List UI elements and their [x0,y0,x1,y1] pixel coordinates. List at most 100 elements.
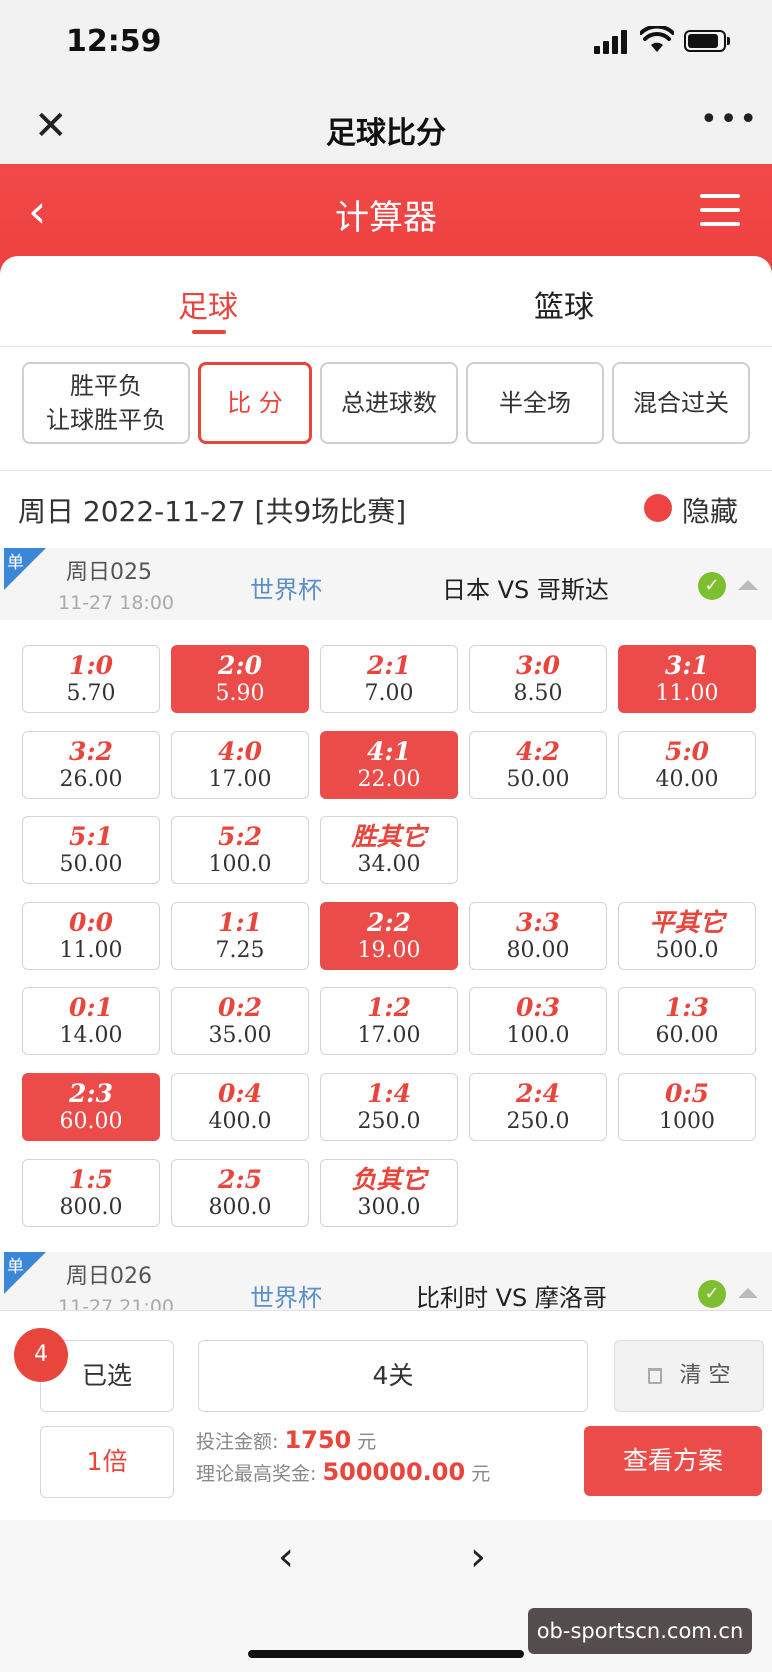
score-option-cell[interactable]: 4:0 17.00 [171,731,309,799]
score-option-cell[interactable]: 0:0 11.00 [22,902,160,970]
score-option-cell[interactable]: 2:1 7.00 [320,645,458,713]
play-tab-win-draw-lose[interactable]: 胜平负 让球胜平负 [22,362,190,444]
score-option-cell[interactable]: 0:4 400.0 [171,1073,309,1141]
score-option-cell[interactable]: 负其它 300.0 [320,1159,458,1227]
play-tab-mixed[interactable]: 混合过关 [612,362,750,444]
date-text: 周日 2022-11-27 [共9场比赛] [18,495,407,528]
score-option-cell[interactable]: 2:2 19.00 [320,902,458,970]
clear-button[interactable]: 清 空 [614,1340,764,1412]
hide-toggle[interactable]: 隐藏 [682,490,738,530]
more-icon[interactable]: ••• [700,102,759,137]
tab-basketball[interactable]: 篮球 [464,282,664,326]
next-arrow-icon[interactable]: › [470,1534,486,1580]
play-tab-label: 胜平负 [70,372,142,400]
odds-value: 500.0 [655,938,719,963]
odds-value: 7.00 [364,681,414,706]
score-option-cell[interactable]: 1:5 800.0 [22,1159,160,1227]
odds-value: 100.0 [506,1023,570,1048]
view-plan-button[interactable]: 查看方案 [584,1426,762,1496]
header-title: 计算器 [335,198,437,238]
score-label: 5:0 [664,737,710,766]
score-label: 负其它 [351,1165,427,1194]
score-option-cell[interactable]: 5:2 100.0 [171,816,309,884]
odds-value: 26.00 [59,767,123,792]
odds-value: 11.00 [655,681,719,706]
match-teams: 比利时 VS 摩洛哥 [416,1284,607,1310]
odds-value: 22.00 [357,767,421,792]
odds-value: 17.00 [208,767,272,792]
play-tab-label: 半全场 [499,389,571,417]
menu-icon[interactable] [700,194,740,228]
odds-value: 400.0 [208,1109,272,1134]
score-option-cell[interactable]: 1:1 7.25 [171,902,309,970]
odds-value: 40.00 [655,767,719,792]
pass-type-selector[interactable]: 4关 [198,1340,588,1412]
score-option-cell[interactable]: 0:5 1000 [618,1073,756,1141]
status-time: 12:59 [66,24,162,59]
score-option-cell[interactable]: 1:2 17.00 [320,987,458,1055]
home-indicator [248,1650,524,1658]
odds-value: 14.00 [59,1023,123,1048]
score-label: 2:1 [366,651,412,680]
score-label: 2:5 [217,1165,263,1194]
score-option-cell[interactable]: 0:3 100.0 [469,987,607,1055]
play-tab-half-full[interactable]: 半全场 [466,362,604,444]
score-label: 2:3 [68,1079,114,1108]
odds-value: 11.00 [59,938,123,963]
score-label: 2:0 [217,651,263,680]
score-label: 5:1 [68,822,114,851]
collapse-caret-icon[interactable] [738,580,758,590]
match-time: 11-27 21:00 [58,1296,175,1310]
play-tab-label: 总进球数 [341,389,437,417]
score-option-cell[interactable]: 3:2 26.00 [22,731,160,799]
odds-value: 5.70 [66,681,116,706]
score-label: 0:1 [68,993,114,1022]
score-option-cell[interactable]: 1:3 60.00 [618,987,756,1055]
match-header[interactable]: 单 周日025 11-27 18:00 世界杯 日本 VS 哥斯达 ✓ [0,548,772,620]
score-label: 0:2 [217,993,263,1022]
match-header[interactable]: 单 周日026 11-27 21:00 世界杯 比利时 VS 摩洛哥 ✓ [0,1252,772,1310]
multiple-selector[interactable]: 1倍 [40,1426,174,1498]
score-option-cell[interactable]: 2:0 5.90 [171,645,309,713]
odds-value: 250.0 [357,1109,421,1134]
odds-value: 1000 [659,1109,715,1134]
score-option-cell[interactable]: 1:4 250.0 [320,1073,458,1141]
score-option-cell[interactable]: 2:5 800.0 [171,1159,309,1227]
score-label: 0:3 [515,993,561,1022]
match-league: 世界杯 [250,576,322,604]
score-option-cell[interactable]: 1:0 5.70 [22,645,160,713]
play-tab-label: 让球胜平负 [46,406,166,434]
score-option-cell[interactable]: 胜其它 34.00 [320,816,458,884]
odds-value: 250.0 [506,1109,570,1134]
score-option-cell[interactable]: 5:0 40.00 [618,731,756,799]
score-option-cell[interactable]: 5:1 50.00 [22,816,160,884]
score-option-cell[interactable]: 2:3 60.00 [22,1073,160,1141]
play-tab-total-goals[interactable]: 总进球数 [320,362,458,444]
score-label: 1:2 [366,993,412,1022]
match-code: 周日025 [66,560,152,585]
score-option-cell[interactable]: 0:1 14.00 [22,987,160,1055]
tab-football[interactable]: 足球 [108,282,308,326]
score-label: 3:0 [515,651,561,680]
hide-dot-icon[interactable] [644,494,672,522]
score-option-cell[interactable]: 3:0 8.50 [469,645,607,713]
score-option-cell[interactable]: 3:1 11.00 [618,645,756,713]
score-option-cell[interactable]: 4:2 50.00 [469,731,607,799]
watermark: ob-sportscn.com.cn [528,1608,752,1654]
score-label: 平其它 [649,908,725,937]
odds-value: 34.00 [357,852,421,877]
collapse-caret-icon[interactable] [738,1288,758,1298]
score-option-cell[interactable]: 4:1 22.00 [320,731,458,799]
prev-arrow-icon[interactable]: ‹ [278,1534,294,1580]
selected-count-badge: 4 [14,1328,68,1382]
odds-value: 7.25 [215,938,265,963]
play-tab-score[interactable]: 比 分 [198,362,312,444]
match-teams: 日本 VS 哥斯达 [442,576,609,604]
odds-value: 17.00 [357,1023,421,1048]
odds-value: 800.0 [59,1195,123,1220]
score-option-cell[interactable]: 0:2 35.00 [171,987,309,1055]
score-option-cell[interactable]: 3:3 80.00 [469,902,607,970]
score-option-cell[interactable]: 2:4 250.0 [469,1073,607,1141]
odds-value: 80.00 [506,938,570,963]
score-option-cell[interactable]: 平其它 500.0 [618,902,756,970]
